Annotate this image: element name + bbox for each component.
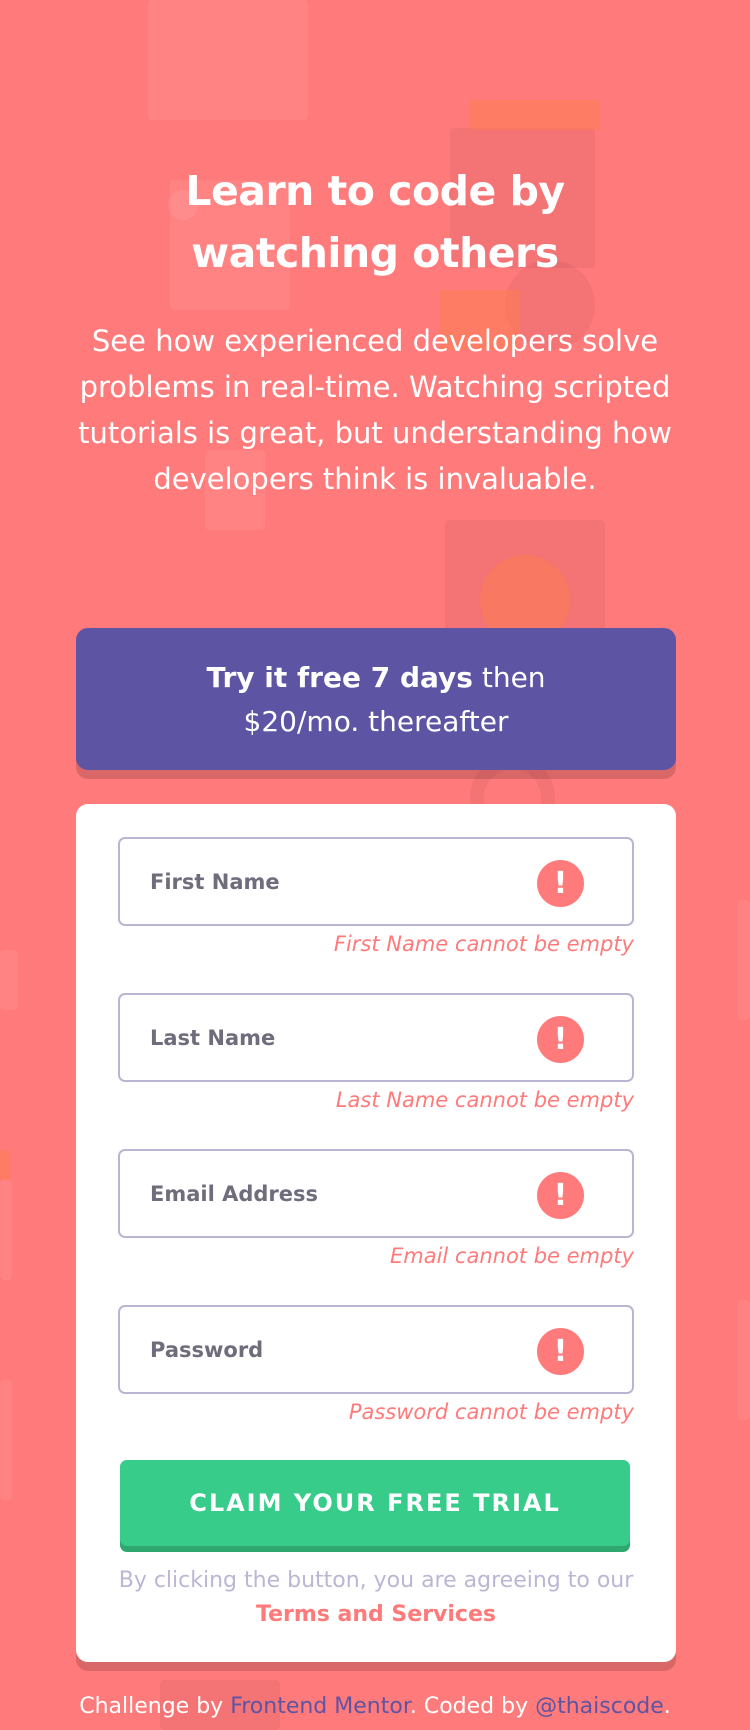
first-name-input[interactable]	[150, 839, 530, 924]
email-input[interactable]	[150, 1151, 530, 1236]
hero-description: See how experienced developers solve pro…	[78, 324, 672, 496]
frontend-mentor-link[interactable]: Frontend Mentor	[230, 1694, 410, 1719]
password-input[interactable]	[150, 1307, 530, 1392]
error-icon: !	[537, 1328, 584, 1375]
first-name-box: !	[118, 837, 634, 926]
error-icon: !	[537, 1172, 584, 1219]
footer-coded-by: . Coded by	[409, 1694, 536, 1719]
password-error: Password cannot be empty	[348, 1400, 634, 1424]
hero-title-line1: Learn to code by	[185, 167, 565, 215]
last-name-field: ! Last Name cannot be empty	[118, 993, 634, 1112]
error-icon: !	[537, 860, 584, 907]
terms-link[interactable]: Terms and Services	[256, 1602, 496, 1627]
email-field: ! Email cannot be empty	[118, 1149, 634, 1268]
email-error: Email cannot be empty	[389, 1244, 634, 1268]
hero-title-line2: watching others	[191, 229, 559, 277]
attribution-footer: Challenge by Frontend Mentor. Coded by @…	[0, 1694, 750, 1719]
footer-end: .	[663, 1694, 671, 1719]
password-field: ! Password cannot be empty	[118, 1305, 634, 1424]
terms-prefix: By clicking the button, you are agreeing…	[118, 1568, 634, 1593]
last-name-error: Last Name cannot be empty	[335, 1088, 634, 1112]
last-name-box: !	[118, 993, 634, 1082]
first-name-field: ! First Name cannot be empty	[118, 837, 634, 956]
last-name-input[interactable]	[150, 995, 530, 1080]
author-link[interactable]: @thaiscode	[535, 1694, 664, 1719]
footer-challenge-by: Challenge by	[79, 1694, 231, 1719]
first-name-error: First Name cannot be empty	[333, 932, 634, 956]
promo-bold: Try it free 7 days	[206, 661, 473, 694]
error-icon: !	[537, 1016, 584, 1063]
claim-trial-button[interactable]: CLAIM YOUR FREE TRIAL	[120, 1460, 630, 1546]
email-box: !	[118, 1149, 634, 1238]
promo-rest: then	[472, 661, 546, 694]
terms-text: By clicking the button, you are agreeing…	[116, 1564, 636, 1632]
promo-banner: Try it free 7 days then $20/mo. thereaft…	[76, 628, 676, 770]
promo-price: $20/mo. thereafter	[243, 705, 509, 738]
hero-title: Learn to code by watching others	[75, 160, 675, 284]
password-box: !	[118, 1305, 634, 1394]
signup-form: ! First Name cannot be empty ! Last Name…	[76, 804, 676, 1662]
